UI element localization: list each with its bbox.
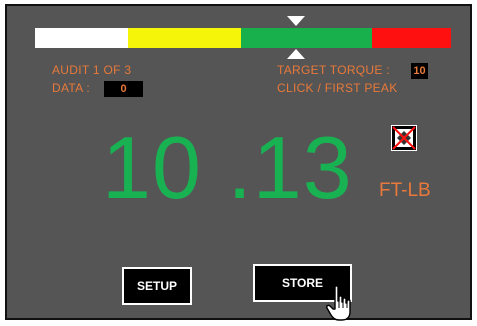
gauge-marker-bottom-icon — [287, 49, 305, 59]
gauge-segment-red — [372, 28, 451, 48]
no-connection-icon — [391, 125, 417, 151]
gauge-marker-top-icon — [287, 16, 305, 26]
data-value: 0 — [104, 81, 143, 97]
hand-pointer-icon — [326, 285, 351, 321]
target-torque-label: TARGET TORQUE : — [277, 63, 390, 77]
torque-reading: 10 .13 — [102, 118, 353, 217]
torque-gauge-bar — [35, 28, 451, 48]
torque-display-panel: AUDIT 1 OF 3 DATA : 0 TARGET TORQUE : 10… — [5, 4, 472, 321]
gauge-segment-yellow — [128, 28, 241, 48]
gauge-segment-white — [35, 28, 128, 48]
target-torque-value: 10 — [411, 63, 428, 79]
gauge-segment-green — [241, 28, 372, 48]
data-label: DATA : — [52, 81, 91, 95]
torque-unit: FT-LB — [379, 180, 431, 201]
mode-label: CLICK / FIRST PEAK — [277, 81, 398, 95]
setup-button[interactable]: SETUP — [122, 267, 192, 305]
audit-label: AUDIT 1 OF 3 — [52, 63, 132, 77]
